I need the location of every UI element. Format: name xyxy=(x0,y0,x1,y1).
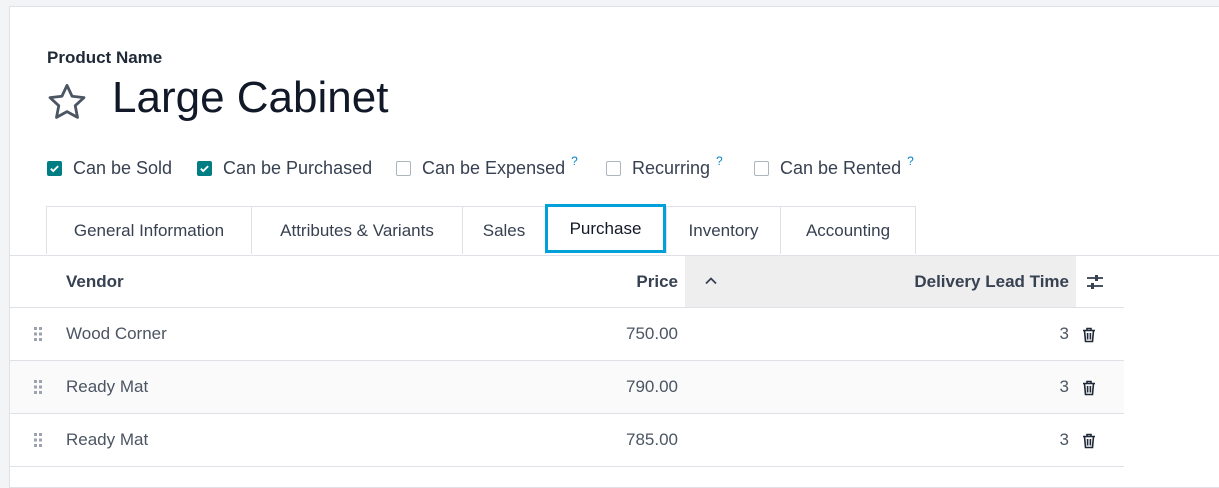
tab-purchase[interactable]: Purchase xyxy=(545,204,666,253)
option-label: Recurring xyxy=(632,157,711,178)
option-label: Can be Sold xyxy=(73,157,173,178)
favorite-star-icon[interactable] xyxy=(46,81,88,123)
table-row[interactable]: Ready Mat 790.00 3 xyxy=(10,361,1124,414)
checkbox-can-be-purchased[interactable] xyxy=(197,160,212,176)
product-name-label: Product Name xyxy=(47,48,163,67)
tab-accounting[interactable]: Accounting xyxy=(780,206,916,254)
table-row[interactable]: Ready Mat 785.00 3 xyxy=(10,414,1124,467)
tab-general-information[interactable]: General Information xyxy=(46,206,252,254)
checkbox-recurring[interactable] xyxy=(606,160,621,176)
lead-time-cell[interactable]: 3 xyxy=(970,308,1069,360)
option-label: Can be Rented xyxy=(780,157,902,178)
price-cell[interactable]: 785.00 xyxy=(570,414,678,466)
vendor-table-header: Vendor Price Delivery Lead Time xyxy=(10,256,1124,308)
sort-ascending-icon[interactable] xyxy=(703,273,719,289)
option-label: Can be Expensed xyxy=(422,157,566,178)
vendor-cell[interactable]: Wood Corner xyxy=(66,308,167,360)
tab-sales[interactable]: Sales xyxy=(462,206,546,254)
option-recurring[interactable]: Recurring ? xyxy=(606,154,723,179)
option-label: Can be Purchased xyxy=(223,157,373,178)
trash-icon[interactable] xyxy=(1082,380,1096,396)
help-tooltip-icon[interactable]: ? xyxy=(571,154,578,168)
form-sheet: Product Name Large Cabinet Can be Sold C… xyxy=(9,6,1219,488)
help-tooltip-icon[interactable]: ? xyxy=(907,154,914,168)
column-header-price[interactable]: Price xyxy=(570,256,678,307)
help-tooltip-icon[interactable]: ? xyxy=(716,154,723,168)
table-row[interactable]: Wood Corner 750.00 3 xyxy=(10,308,1124,361)
lead-time-cell[interactable]: 3 xyxy=(970,414,1069,466)
optional-columns-icon[interactable] xyxy=(1085,272,1105,292)
check-icon xyxy=(50,164,59,172)
option-can-be-sold[interactable]: Can be Sold xyxy=(47,157,172,179)
column-header-delivery-lead-time[interactable]: Delivery Lead Time xyxy=(870,256,1069,307)
option-can-be-purchased[interactable]: Can be Purchased xyxy=(197,157,372,179)
checkbox-can-be-expensed[interactable] xyxy=(396,160,411,176)
trash-icon[interactable] xyxy=(1082,433,1096,449)
vendor-cell[interactable]: Ready Mat xyxy=(66,361,148,413)
price-cell[interactable]: 750.00 xyxy=(570,308,678,360)
option-can-be-expensed[interactable]: Can be Expensed ? xyxy=(396,154,578,179)
checkbox-can-be-rented[interactable] xyxy=(754,160,769,176)
drag-handle-icon[interactable] xyxy=(33,379,43,395)
check-icon xyxy=(200,164,209,172)
price-cell[interactable]: 790.00 xyxy=(570,361,678,413)
trash-icon[interactable] xyxy=(1082,327,1096,343)
tab-inventory[interactable]: Inventory xyxy=(666,206,781,254)
drag-handle-icon[interactable] xyxy=(33,326,43,342)
checkbox-can-be-sold[interactable] xyxy=(47,160,62,176)
option-can-be-rented[interactable]: Can be Rented ? xyxy=(754,154,914,179)
tab-attributes-variants[interactable]: Attributes & Variants xyxy=(251,206,463,254)
column-header-vendor[interactable]: Vendor xyxy=(66,256,124,307)
drag-handle-icon[interactable] xyxy=(33,432,43,448)
lead-time-cell[interactable]: 3 xyxy=(970,361,1069,413)
vendor-cell[interactable]: Ready Mat xyxy=(66,414,148,466)
product-name-field[interactable]: Large Cabinet xyxy=(112,73,388,123)
